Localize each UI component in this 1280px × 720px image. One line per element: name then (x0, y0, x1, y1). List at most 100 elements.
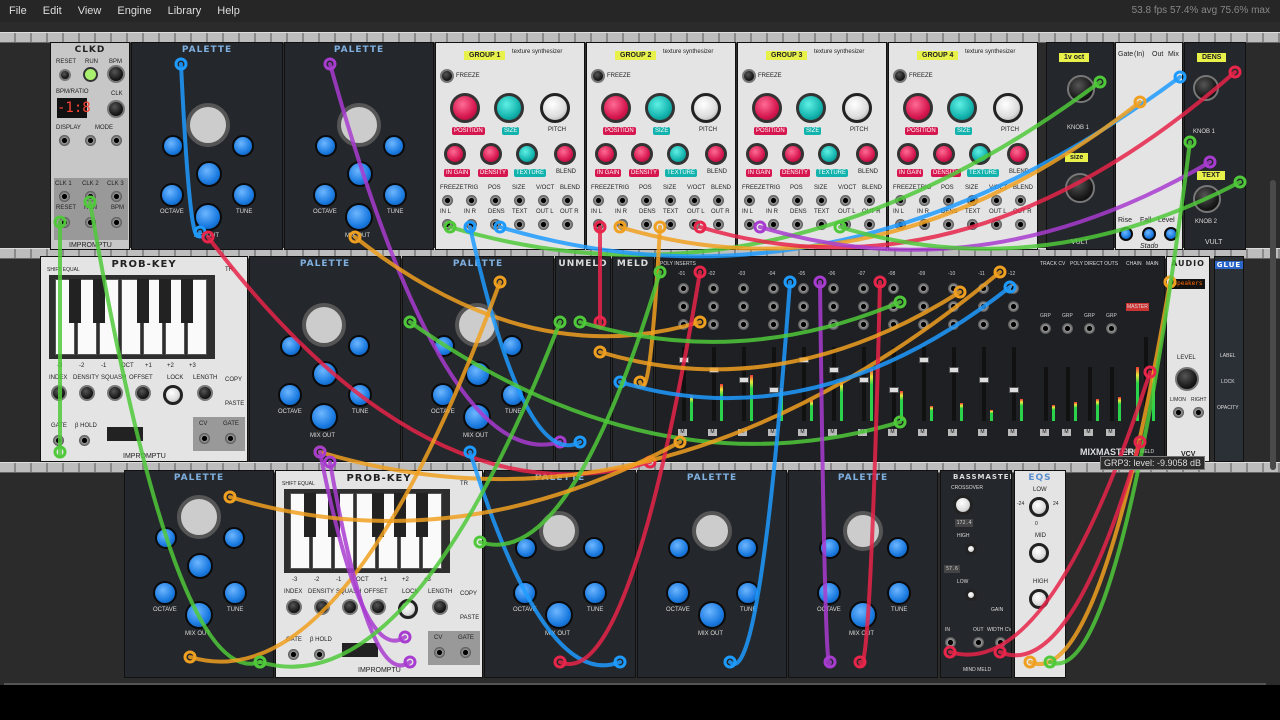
knob[interactable] (383, 135, 405, 157)
track-jack[interactable] (978, 283, 989, 294)
gate-in-jack[interactable] (288, 649, 299, 660)
tune-knob[interactable] (736, 581, 760, 605)
pitch-knob[interactable] (691, 93, 721, 123)
palette-module-3[interactable]: PALETTE OCTAVE TUNE MIX OUT (249, 256, 401, 462)
pitch-knob[interactable] (993, 93, 1023, 123)
high-knob[interactable] (1029, 589, 1049, 609)
knob[interactable] (849, 601, 877, 629)
length-knob[interactable] (432, 599, 448, 615)
jack[interactable] (919, 195, 930, 206)
track-jack[interactable] (738, 319, 749, 330)
texture-synth-module-4[interactable]: GROUP 4 texture synthesizer FREEZE POSITION… (888, 42, 1038, 250)
mute-button[interactable]: M (918, 429, 927, 436)
track-jack[interactable] (978, 301, 989, 312)
mute-button[interactable]: M (888, 429, 897, 436)
jack[interactable] (514, 219, 525, 230)
jack[interactable] (689, 195, 700, 206)
jack[interactable] (490, 219, 501, 230)
eqs-module[interactable]: EQS LOW MID HIGH -24 0 24 (1014, 470, 1066, 678)
cv-out-jack[interactable] (199, 433, 210, 444)
group-jack[interactable] (1062, 323, 1073, 334)
fader-cap[interactable] (919, 357, 929, 363)
track-jack[interactable] (678, 283, 689, 294)
knob[interactable] (155, 527, 177, 549)
knob-1[interactable] (1193, 75, 1219, 101)
piano-black-key[interactable] (304, 493, 316, 537)
mute-button[interactable]: M (1062, 429, 1071, 436)
squash-knob[interactable] (107, 385, 123, 401)
clkd-module[interactable]: CLKD RESET RUN BPM BPM/RATIO -1:8 CLK DI… (50, 42, 130, 250)
group-jack[interactable] (1084, 323, 1095, 334)
knob[interactable] (345, 203, 373, 231)
track-jack[interactable] (948, 319, 959, 330)
lock-knob[interactable] (163, 385, 183, 405)
bpm-knob[interactable] (107, 65, 125, 83)
tune-knob[interactable] (887, 581, 911, 605)
run-out-jack[interactable] (85, 217, 96, 228)
fader-cap[interactable] (979, 377, 989, 383)
jack[interactable] (665, 219, 676, 230)
track-jack[interactable] (768, 301, 779, 312)
jack[interactable] (792, 195, 803, 206)
track-jack[interactable] (678, 319, 689, 330)
knob[interactable] (819, 537, 841, 559)
tune-knob[interactable] (501, 383, 525, 407)
octave-knob[interactable] (666, 581, 690, 605)
group-fader[interactable] (1066, 367, 1070, 421)
palette-module-1[interactable]: PALETTE OCTAVE TUNE MIX OUT (131, 42, 283, 250)
in-gain-knob[interactable] (444, 143, 466, 165)
track-jack[interactable] (708, 319, 719, 330)
jack[interactable] (689, 219, 700, 230)
jack[interactable] (1015, 195, 1026, 206)
crossover-knob[interactable] (953, 495, 973, 515)
jack[interactable] (562, 195, 573, 206)
run-button[interactable] (83, 67, 98, 82)
jack[interactable] (593, 195, 604, 206)
jack[interactable] (768, 195, 779, 206)
freeze-button[interactable] (440, 69, 454, 83)
knob-1[interactable] (1067, 75, 1095, 103)
fader-cap[interactable] (709, 367, 719, 373)
tune-knob[interactable] (348, 383, 372, 407)
fader-cap[interactable] (769, 387, 779, 393)
jack[interactable] (991, 219, 1002, 230)
mute-button[interactable]: M (1008, 429, 1017, 436)
jack[interactable] (991, 195, 1002, 206)
mute-button[interactable]: M (1106, 429, 1115, 436)
blend-knob[interactable] (856, 143, 878, 165)
jack[interactable] (538, 195, 549, 206)
jack[interactable] (466, 195, 477, 206)
knob-2[interactable] (1065, 173, 1095, 203)
right-jack[interactable] (1193, 407, 1204, 418)
jack[interactable] (864, 219, 875, 230)
blend-knob[interactable] (1007, 143, 1029, 165)
jack[interactable] (713, 219, 724, 230)
jack[interactable] (943, 195, 954, 206)
rack-canvas[interactable]: CLKD RESET RUN BPM BPM/RATIO -1:8 CLK DI… (0, 22, 1280, 685)
jack[interactable] (840, 219, 851, 230)
clk-ratio-knob[interactable] (107, 100, 125, 118)
hold-jack[interactable] (79, 435, 90, 446)
track-fader[interactable] (952, 347, 956, 421)
size-knob[interactable] (796, 93, 826, 123)
jack[interactable] (617, 219, 628, 230)
jack[interactable] (895, 219, 906, 230)
mute-button[interactable]: M (1084, 429, 1093, 436)
audio-module[interactable]: AUDIO Speakers LEVEL L/MON RIGHT VCV (1166, 256, 1210, 462)
fader-cap[interactable] (829, 367, 839, 373)
bassmaster-module[interactable]: BASSMASTER CROSSOVER 172.4 HIGH 57.6 LOW… (940, 470, 1012, 678)
jack[interactable] (943, 219, 954, 230)
palette-module-6[interactable]: PALETTE OCTAVE TUNE MIX OUT (484, 470, 636, 678)
position-knob[interactable] (752, 93, 782, 123)
fader-cap[interactable] (1009, 387, 1019, 393)
freeze-button[interactable] (591, 69, 605, 83)
jack[interactable] (665, 195, 676, 206)
knob[interactable] (887, 537, 909, 559)
jack[interactable] (1015, 219, 1026, 230)
group-jack[interactable] (1106, 323, 1117, 334)
in-jack[interactable] (945, 637, 956, 648)
density-knob[interactable] (480, 143, 502, 165)
unmeld-module[interactable]: UNMELD (555, 256, 611, 462)
octave-knob[interactable] (160, 183, 184, 207)
length-knob[interactable] (197, 385, 213, 401)
